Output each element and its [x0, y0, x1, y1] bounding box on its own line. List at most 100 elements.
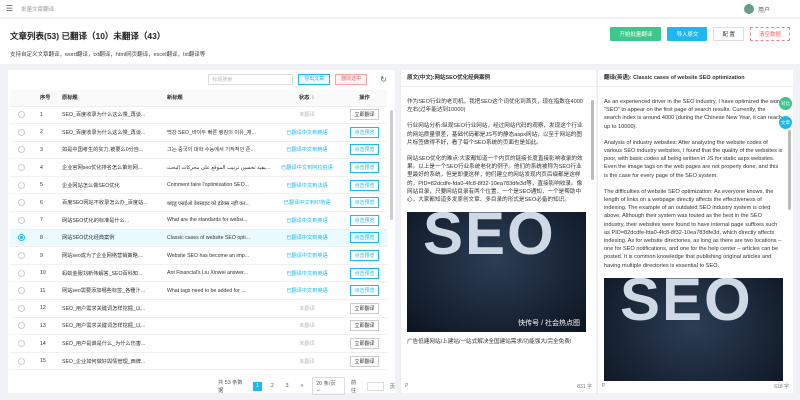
table-row[interactable]: 2 SEO_百度收录为什么这么慢_再谈... 백강 SEO_바이두 빠른 랭킹의… — [10, 123, 387, 142]
compare-fab-button[interactable]: 对比 — [779, 97, 792, 110]
row-status: 已翻译中文到印地语 — [272, 193, 342, 213]
row-status: 已翻译中文到韩语 — [272, 141, 342, 160]
delete-selected-button[interactable]: 删除选中 — [335, 74, 368, 85]
table-row[interactable]: 6 百度SEO网站不收录怎么办_百度站... बाइडू एसईओ वेबसाइ… — [10, 193, 387, 213]
config-button[interactable]: 配 置 — [713, 27, 744, 41]
article-table: 序号 原标题 新标题 状态 ⇕ 操作 1 SEO_百度收录为什么这么慢_再谈..… — [10, 90, 387, 371]
table-row[interactable]: 3 如是中国考生的实力,被要么0分自... 그는 중국의 대학 수능에서 기적적… — [10, 141, 387, 160]
title-search-input[interactable]: 标题搜索 — [208, 74, 294, 85]
row-orig-title: 蚂蚁金服刘新伟解答_SEO百科知... — [62, 264, 167, 283]
page-2[interactable]: 2 — [268, 382, 277, 391]
table-scrollbar[interactable] — [390, 110, 393, 220]
row-radio[interactable] — [18, 181, 25, 189]
translate-now-button[interactable]: 立即翻译 — [350, 338, 379, 350]
row-radio[interactable] — [18, 304, 25, 312]
row-radio[interactable] — [18, 164, 25, 172]
col-new-title: 新标题 — [167, 90, 272, 107]
preview-button[interactable]: 点击预览 — [350, 285, 379, 297]
translation-title: 翻译(英语): Classic cases of website SEO opt… — [598, 70, 793, 87]
row-radio[interactable] — [18, 269, 25, 277]
row-status: 未翻译 — [272, 334, 342, 353]
row-radio[interactable] — [18, 111, 25, 119]
user-menu[interactable]: 用户 — [743, 4, 770, 14]
page-3[interactable]: 3 — [283, 382, 292, 391]
row-radio[interactable] — [18, 287, 25, 295]
row-no: 8 — [40, 229, 62, 248]
row-new-title: Website SEO has become an imp... — [167, 246, 272, 265]
source-path: P — [405, 383, 409, 389]
import-button[interactable]: 导入原文 — [667, 27, 708, 41]
refresh-icon[interactable]: ↻ — [380, 75, 387, 84]
preview-button[interactable]: 点击预览 — [350, 144, 379, 156]
table-row[interactable]: 10 蚂蚁金服刘新伟解答_SEO百科知... Ant Financial's L… — [10, 264, 387, 283]
preview-button[interactable]: 点击预览 — [350, 214, 379, 226]
table-row[interactable]: 11 网站seo需要添加哪些标签_各種汁... What tags need t… — [10, 281, 387, 301]
row-status: 已翻译中文到韩语 — [272, 123, 342, 142]
row-no: 15 — [40, 352, 62, 371]
article-fab-button[interactable]: 文章 — [779, 116, 792, 129]
preview-button[interactable]: 点击预览 — [350, 179, 379, 191]
preview-button[interactable]: 点击预览 — [350, 267, 379, 279]
row-no: 2 — [40, 123, 62, 142]
row-radio[interactable] — [18, 199, 25, 207]
table-row[interactable]: 9 网站seo成为了企业网络营销策略... Website SEO has be… — [10, 246, 387, 265]
table-row[interactable]: 4 企业官网seo优化排名怎么策划网... كيفية تحسين ترتيب … — [10, 158, 387, 177]
goto-page-input[interactable] — [367, 381, 384, 391]
translate-now-button[interactable]: 立即翻译 — [350, 109, 379, 121]
row-radio[interactable] — [18, 340, 25, 348]
translation-scrollbar[interactable] — [788, 130, 791, 210]
page-header: 文章列表(53) 已翻译（10）未翻译（43） 支持自定义文章翻译，word翻译… — [0, 19, 800, 64]
translate-now-button[interactable]: 立即翻译 — [350, 355, 379, 367]
menu-toggle-icon[interactable]: ☰ — [6, 4, 13, 13]
table-row[interactable]: 8 网站SEO优化经典案例 Classic cases of website S… — [10, 229, 387, 248]
seo-image: SEO 快传号 / 社会热点图 — [407, 212, 586, 333]
translate-now-button[interactable]: 立即翻译 — [350, 320, 379, 332]
row-new-title: 그는 중국의 대학 수능에서 기적적인 존... — [167, 141, 272, 160]
row-radio[interactable] — [18, 128, 25, 136]
table-row[interactable]: 14 SEO_用户是谁是什么_为什么伤害... 未翻译 立即翻译 — [10, 334, 387, 353]
batch-translate-button[interactable]: 开始批量翻译 — [610, 27, 662, 41]
row-status: 未翻译 — [272, 317, 342, 336]
seo-image: SEO — [604, 277, 783, 381]
table-row[interactable]: 12 SEO_用户需求关键词怎样挖掘_以... 未翻译 立即翻译 — [10, 299, 387, 318]
page-size-select[interactable]: 20 条/页 ⌄ — [312, 377, 345, 395]
row-radio[interactable] — [18, 357, 25, 365]
preview-button[interactable]: 点击预览 — [350, 250, 379, 262]
page-1[interactable]: 1 — [253, 381, 262, 391]
translate-now-button[interactable]: 立即翻译 — [350, 302, 379, 314]
row-new-title — [167, 334, 272, 353]
preview-button[interactable]: 点击预览 — [350, 162, 379, 174]
table-row[interactable]: 13 SEO_用户需求关键词怎样挖掘_以... 未翻译 立即翻译 — [10, 317, 387, 336]
export-button[interactable]: 导出文章 — [298, 74, 331, 85]
preview-button[interactable]: 点击预览 — [350, 197, 379, 209]
row-radio[interactable] — [18, 322, 25, 330]
translation-path: P — [602, 383, 606, 389]
clear-data-button[interactable]: 清空数据 — [749, 27, 790, 41]
row-radio[interactable] — [18, 252, 25, 260]
next-page-button[interactable]: > — [297, 382, 306, 391]
col-status[interactable]: 状态 ⇕ — [272, 90, 342, 107]
source-content[interactable]: 作为SEO行业的老司机，我把SEO这个词优化到首页，现在指数在4000左右(过年… — [407, 98, 586, 381]
table-row[interactable]: 15 SEO_企业如何做好舆情管理_西牌... 未翻译 立即翻译 — [10, 352, 387, 371]
translation-content[interactable]: As an experienced driver in the SEO indu… — [604, 98, 783, 381]
row-orig-title: 如是中国考生的实力,被要么0分自... — [62, 141, 167, 160]
row-radio[interactable] — [18, 146, 25, 154]
source-word-count: 831 字 — [577, 384, 592, 390]
row-no: 10 — [40, 264, 62, 283]
page-unit-label: 页 — [389, 384, 396, 390]
row-no: 7 — [40, 211, 62, 230]
row-no: 1 — [40, 106, 62, 125]
source-scrollbar[interactable] — [591, 100, 594, 180]
row-orig-title: 企业官网seo优化排名怎么策划网... — [62, 158, 167, 177]
preview-button[interactable]: 点击预览 — [350, 126, 379, 138]
row-new-title: كيفية تحسين ترتيب الموقع على محركات البح… — [167, 158, 272, 177]
table-row[interactable]: 5 企业网站怎么做SEO优化 Comment faire l'optimisat… — [10, 176, 387, 195]
table-row[interactable]: 7 网站SEO优化的标准是什么... What are the standard… — [10, 211, 387, 230]
preview-button[interactable]: 点击预览 — [350, 232, 379, 244]
row-new-title: Classic cases of website SEO opti... — [167, 229, 272, 248]
table-row[interactable]: 1 SEO_百度收录为什么这么慢_再谈... 未翻译 立即翻译 — [10, 106, 387, 125]
row-radio[interactable] — [18, 216, 25, 224]
row-orig-title: 企业网站怎么做SEO优化 — [62, 176, 167, 195]
row-radio[interactable] — [18, 234, 25, 242]
row-orig-title: SEO_用户需求关键词怎样挖掘_以... — [62, 317, 167, 336]
